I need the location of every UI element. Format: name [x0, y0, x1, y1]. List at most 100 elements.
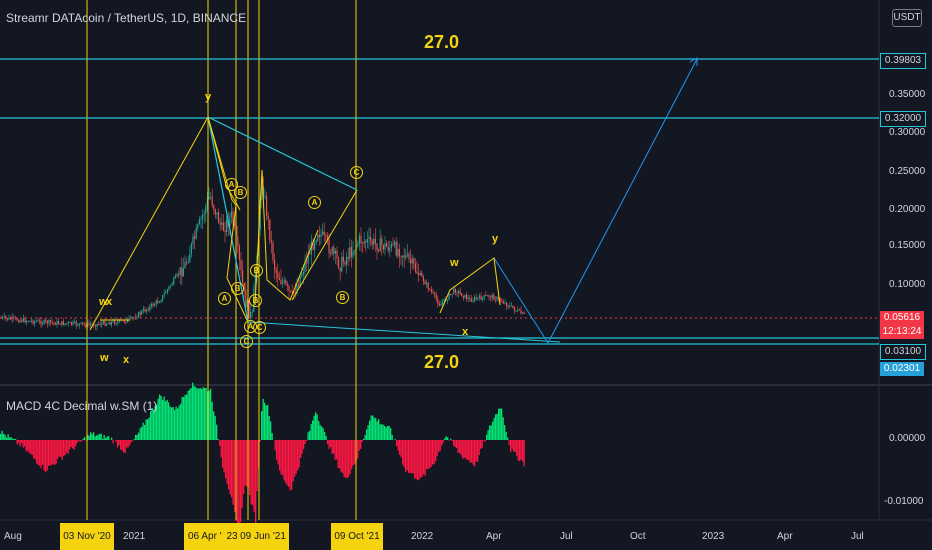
- macd-bar: [283, 440, 285, 481]
- candle-body: [410, 259, 412, 264]
- macd-bar: [309, 430, 311, 440]
- candle-body: [58, 321, 60, 324]
- macd-bar: [255, 440, 257, 523]
- chart-canvas[interactable]: [0, 0, 932, 550]
- candle-body: [211, 196, 213, 206]
- candle-body: [474, 297, 476, 301]
- macd-bar: [369, 420, 371, 440]
- macd-bar: [306, 440, 308, 441]
- macd-bar: [493, 417, 495, 440]
- candle-body: [26, 321, 28, 323]
- macd-bar: [274, 440, 276, 451]
- macd-bar: [19, 440, 21, 447]
- macd-bar: [97, 434, 99, 440]
- candle-body: [408, 253, 410, 260]
- macd-bar: [171, 407, 173, 440]
- candle-body: [421, 272, 423, 277]
- macd-bar: [136, 434, 138, 440]
- macd-bar: [444, 438, 446, 440]
- macd-bar: [6, 437, 8, 440]
- macd-bar: [49, 440, 51, 466]
- macd-bar: [22, 440, 24, 448]
- candle-body: [251, 311, 253, 313]
- macd-bar: [364, 434, 366, 440]
- candle-body: [406, 253, 408, 256]
- candle-body: [317, 234, 319, 241]
- macd-bar: [448, 440, 450, 441]
- candle-body: [390, 244, 392, 249]
- triangle-bottom: [247, 321, 561, 343]
- macd-bar: [108, 436, 110, 440]
- candle-body: [446, 299, 448, 301]
- macd-bar: [148, 417, 150, 440]
- macd-bar: [523, 440, 525, 467]
- candle-body: [427, 282, 429, 289]
- macd-bar: [423, 440, 425, 475]
- macd-bar: [484, 440, 486, 442]
- macd-axis-label: 0.00000: [889, 433, 926, 444]
- macd-bar: [433, 440, 435, 465]
- wave-label: x: [106, 296, 113, 308]
- candle-body: [469, 298, 471, 299]
- candle-body: [386, 243, 388, 247]
- macd-bar: [366, 429, 368, 440]
- macd-bar: [352, 440, 354, 466]
- macd-bar: [319, 424, 321, 440]
- macd-bar: [474, 440, 476, 467]
- macd-bar: [252, 440, 254, 506]
- macd-bar: [78, 440, 80, 441]
- candle-body: [485, 295, 487, 296]
- candle-body: [342, 256, 344, 262]
- macd-bar: [211, 401, 213, 440]
- candle-body: [328, 239, 330, 254]
- candle-body: [504, 302, 506, 304]
- currency-button[interactable]: USDT: [892, 9, 922, 27]
- macd-bar: [229, 440, 231, 495]
- candle-body: [523, 312, 525, 314]
- candle-body: [416, 271, 418, 274]
- indicator-title[interactable]: MACD 4C Decimal w.SM (1): [6, 399, 157, 413]
- macd-bar: [162, 399, 164, 440]
- candle-body: [125, 321, 127, 323]
- macd-bar: [163, 396, 165, 440]
- macd-bar: [334, 440, 336, 460]
- macd-bar: [375, 418, 377, 440]
- candle-body: [315, 240, 317, 243]
- symbol-title[interactable]: Streamr DATAcoin / TetherUS, 1D, BINANCE: [6, 11, 246, 25]
- candle-body: [176, 274, 178, 276]
- candle-body: [109, 322, 111, 325]
- wave-circle: B: [250, 264, 263, 277]
- candle-body: [448, 293, 450, 300]
- candle-body: [414, 263, 416, 272]
- macd-bar: [103, 434, 105, 440]
- candle-body: [398, 249, 400, 257]
- candle-body: [202, 215, 204, 219]
- candle-body: [46, 320, 48, 324]
- macd-bar: [312, 420, 314, 440]
- macd-bar: [120, 440, 122, 450]
- macd-bar: [195, 387, 197, 440]
- macd-bar: [318, 420, 320, 440]
- macd-bar: [24, 440, 26, 447]
- macd-bar: [159, 394, 161, 440]
- macd-bar: [231, 440, 233, 498]
- time-label: Jul: [851, 531, 864, 542]
- macd-bar: [123, 440, 125, 453]
- macd-bar: [256, 440, 258, 492]
- candle-body: [322, 231, 324, 235]
- macd-bar: [63, 440, 65, 456]
- macd-bar: [363, 438, 365, 440]
- macd-bar: [132, 440, 134, 441]
- candle-body: [370, 236, 372, 242]
- macd-bar: [232, 440, 234, 505]
- candle-body: [472, 300, 474, 302]
- macd-bar: [175, 406, 177, 440]
- macd-bar: [301, 440, 303, 454]
- macd-bar: [454, 440, 456, 448]
- candle-body: [214, 209, 216, 215]
- macd-bar: [172, 407, 174, 440]
- candle-body: [341, 256, 343, 272]
- candle-body: [336, 250, 338, 259]
- candle-body: [456, 292, 458, 294]
- candle-body: [43, 319, 45, 324]
